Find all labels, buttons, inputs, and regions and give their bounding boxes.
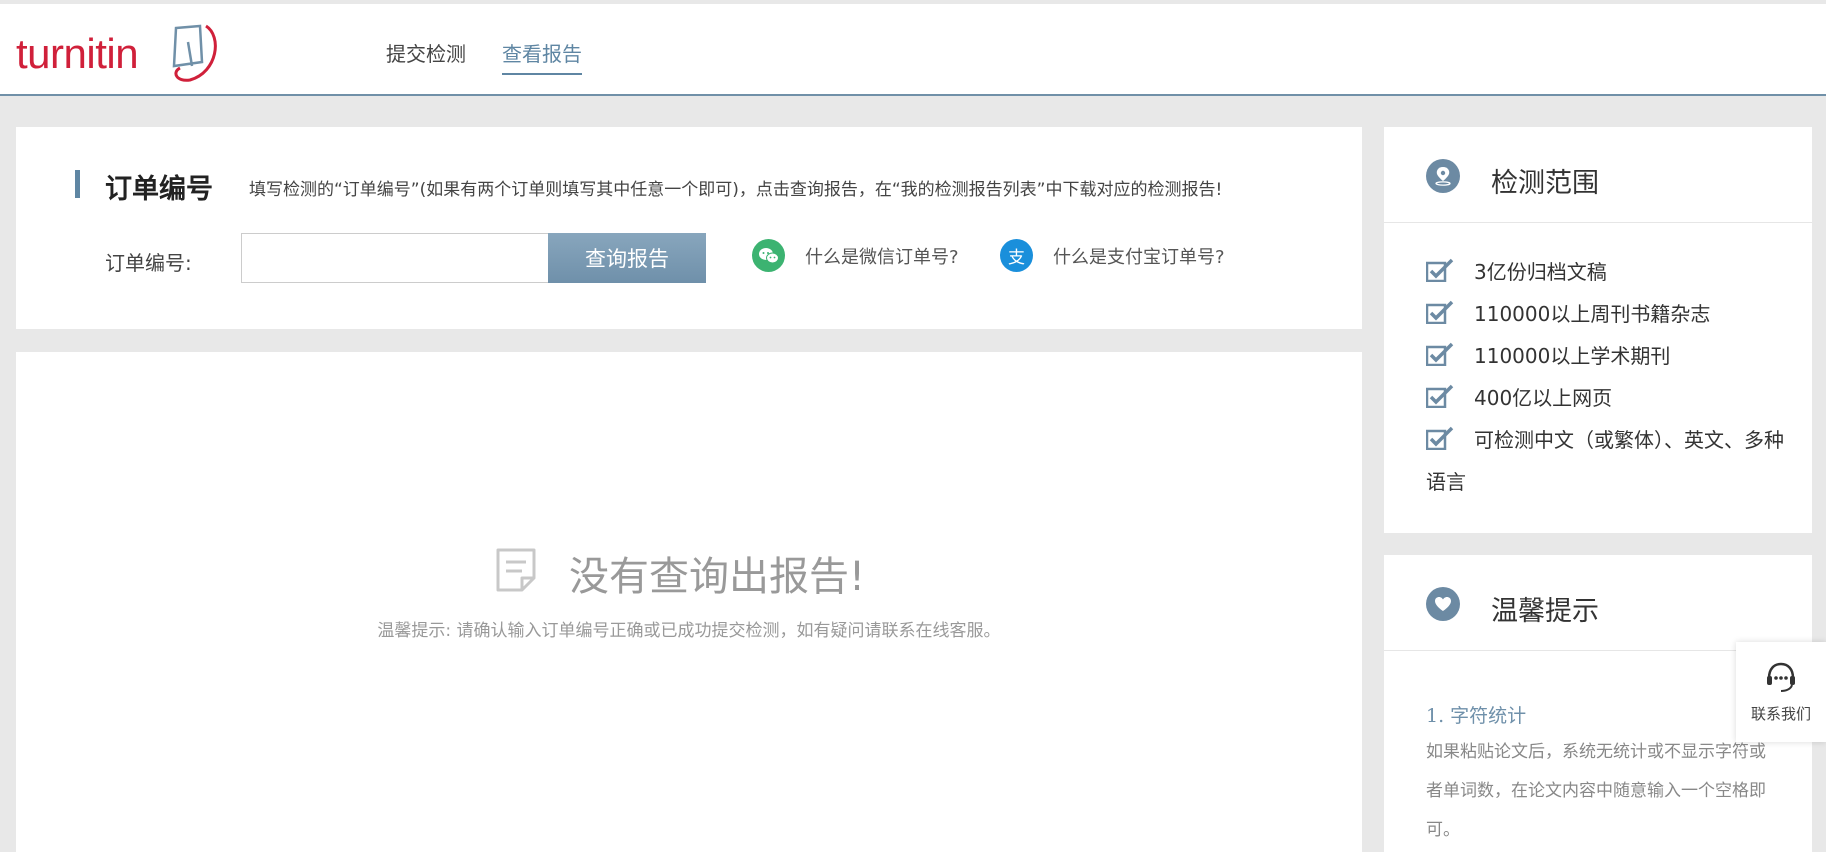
order-description: 填写检测的“订单编号”(如果有两个订单则填写其中任意一个即可)，点击查询报告，在… — [249, 180, 1223, 200]
heart-icon — [1426, 587, 1460, 621]
customer-service-icon — [1767, 662, 1795, 692]
order-field-label: 订单编号: — [105, 251, 192, 275]
checkbox-checked-icon — [1426, 300, 1454, 324]
checkbox-checked-icon — [1426, 426, 1454, 450]
list-item: 110000以上学术期刊 — [1426, 335, 1786, 377]
detection-scope-card: 检测范围 3亿份归档文稿 110000以上周刊书籍杂志 110000以上学术期刊… — [1384, 127, 1812, 533]
tips-card-header: 温馨提示 — [1384, 555, 1812, 651]
alipay-help-text: 什么是支付宝订单号? — [1053, 246, 1225, 268]
scope-item-text: 可检测中文（或繁体）、英文、多种语言 — [1426, 428, 1784, 494]
tip-item-title: 1. 字符统计 — [1426, 705, 1527, 727]
scope-title: 检测范围 — [1491, 168, 1599, 199]
checkbox-checked-icon — [1426, 384, 1454, 408]
title-accent-bar — [75, 170, 80, 198]
scope-item-text: 3亿份归档文稿 — [1474, 260, 1607, 284]
location-pin-icon — [1426, 159, 1460, 193]
empty-document-icon — [496, 548, 536, 592]
top-header: turnitin 提交检测 查看报告 — [0, 4, 1826, 96]
scope-item-text: 110000以上周刊书籍杂志 — [1474, 302, 1711, 326]
list-item: 3亿份归档文稿 — [1426, 251, 1786, 293]
order-number-input[interactable] — [241, 233, 565, 283]
nav-view-report[interactable]: 查看报告 — [502, 38, 582, 75]
scope-list: 3亿份归档文稿 110000以上周刊书籍杂志 110000以上学术期刊 400亿… — [1426, 251, 1786, 503]
turnitin-logo[interactable]: turnitin — [16, 22, 221, 86]
no-report-title: 没有查询出报告! — [569, 554, 866, 600]
tips-title: 温馨提示 — [1491, 596, 1599, 627]
logo-text: turnitin — [16, 30, 139, 77]
nav-submit-check[interactable]: 提交检测 — [386, 38, 466, 75]
list-item: 110000以上周刊书籍杂志 — [1426, 293, 1786, 335]
logo-document-icon — [172, 24, 217, 82]
checkbox-checked-icon — [1426, 342, 1454, 366]
scope-card-header: 检测范围 — [1384, 127, 1812, 223]
scope-item-text: 400亿以上网页 — [1474, 386, 1613, 410]
query-report-button[interactable]: 查询报告 — [548, 233, 706, 283]
list-item: 400亿以上网页 — [1426, 377, 1786, 419]
alipay-icon: 支 — [1000, 239, 1033, 272]
tip-item-body: 如果粘贴论文后，系统无统计或不显示字符或者单词数，在论文内容中随意输入一个空格即… — [1426, 742, 1766, 840]
wechat-icon — [752, 239, 785, 272]
main-nav: 提交检测 查看报告 — [386, 38, 582, 75]
report-result-panel: 没有查询出报告! 温馨提示: 请确认输入订单编号正确或已成功提交检测，如有疑问请… — [16, 352, 1362, 852]
scope-item-text: 110000以上学术期刊 — [1474, 344, 1671, 368]
wechat-order-help-link[interactable]: 什么是微信订单号? — [752, 239, 959, 272]
alipay-order-help-link[interactable]: 支 什么是支付宝订单号? — [1000, 239, 1225, 272]
list-item: 可检测中文（或繁体）、英文、多种语言 — [1426, 419, 1786, 503]
wechat-help-text: 什么是微信订单号? — [805, 246, 959, 268]
order-query-panel: 订单编号 填写检测的“订单编号”(如果有两个订单则填写其中任意一个即可)，点击查… — [16, 127, 1362, 329]
no-report-tip: 温馨提示: 请确认输入订单编号正确或已成功提交检测，如有疑问请联系在线客服。 — [377, 621, 1001, 641]
checkbox-checked-icon — [1426, 258, 1454, 282]
contact-us-label: 联系我们 — [1750, 704, 1811, 723]
contact-us-button[interactable]: 联系我们 — [1736, 642, 1826, 742]
order-title: 订单编号 — [105, 174, 213, 205]
